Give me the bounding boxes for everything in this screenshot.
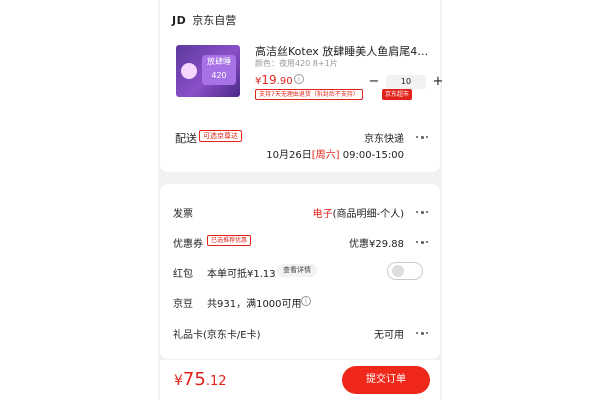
package-graphic [181,63,197,79]
redpacket-row: 红包 本单可抵¥1.13 查看详情 [173,262,428,282]
coupon-row[interactable]: 优惠券 已选推荐优惠 优惠¥29.88 [173,232,428,252]
giftcard-label: 礼品卡(京东卡/E卡) [173,330,261,341]
price-decimal: .90 [276,76,293,87]
quantity-stepper: − 10 + [368,74,442,89]
delivery-label: 配送 [175,132,197,145]
jingdou-desc: 共931，满1000可用 [207,299,302,310]
return-policy-tag: 支持7天无理由退货（拆封后不支持） [255,89,363,100]
jingdou-info-icon[interactable]: i [301,296,311,306]
coupon-more-icon[interactable] [416,239,428,245]
redpacket-toggle[interactable] [387,262,423,280]
invoice-row[interactable]: 发票 电子(商品明细-个人) [173,202,428,222]
toggle-knob [392,265,404,277]
product-price: ¥19.90 [255,73,293,87]
product-spec: 颜色：夜用420 8+1片 [255,59,338,68]
submit-order-button[interactable]: 提交订单 [342,366,430,394]
invoice-more-icon[interactable] [416,209,428,215]
delivery-weekday: [周六] [311,150,340,161]
product-image[interactable]: 放肆睡 420 [176,45,240,97]
delivery-option-tag[interactable]: 可选京尊达 [199,130,242,142]
checkout-bar: ¥75.12 提交订单 [160,360,440,400]
delivery-method[interactable]: 京东快递 [364,130,404,145]
total-currency: ¥ [174,373,183,389]
order-options-card: 发票 电子(商品明细-个人) 优惠券 已选推荐优惠 优惠¥29.88 红包 本单… [160,184,440,359]
giftcard-row[interactable]: 礼品卡(京东卡/E卡) 无可用 [173,323,428,343]
store-name: 京东自营 [192,14,237,27]
redpacket-detail-button[interactable]: 查看详情 [277,264,317,277]
coupon-value: 优惠¥29.88 [349,239,404,250]
increase-button[interactable]: + [432,74,442,89]
total-decimal: .12 [205,374,227,389]
redpacket-label: 红包 [173,269,193,280]
price-info-icon[interactable]: i [294,74,304,84]
product-card: JD 京东自营 放肆睡 420 高洁丝Kotex 放肆睡美人鱼肩尾420m...… [160,0,442,172]
jd-logo: JD [172,13,187,27]
price-integer: 19 [261,73,277,87]
jingdou-label: 京豆 [173,299,193,310]
quantity-input[interactable]: 10 [386,74,426,89]
package-label: 放肆睡 420 [202,55,236,85]
delivery-slot: 09:00-15:00 [342,150,404,161]
coupon-label: 优惠券 [173,239,203,250]
redpacket-desc: 本单可抵¥1.13 [207,269,276,280]
invoice-value: 电子(商品明细-个人) [313,205,404,220]
decrease-button[interactable]: − [368,74,380,89]
product-title[interactable]: 高洁丝Kotex 放肆睡美人鱼肩尾420m... [255,43,435,59]
store-row[interactable]: JD 京东自营 [172,12,236,28]
coupon-tag: 已选推荐优惠 [207,235,252,246]
invoice-label: 发票 [173,209,193,220]
jingdou-row: 京豆 共931，满1000可用 i [173,292,428,312]
giftcard-more-icon[interactable] [416,330,428,336]
delivery-time[interactable]: 10月26日[周六] 09:00-15:00 [266,146,404,161]
invoice-type: 电子 [312,209,333,220]
delivery-date: 10月26日 [266,150,312,161]
order-page: JD 京东自营 放肆睡 420 高洁丝Kotex 放肆睡美人鱼肩尾420m...… [158,0,442,400]
invoice-detail: (商品明细-个人) [332,209,404,220]
delivery-more-icon[interactable] [416,134,428,140]
giftcard-value: 无可用 [374,330,404,341]
order-total: ¥75.12 [174,369,227,390]
supermarket-tag: 京东超市 [382,89,413,100]
total-integer: 75 [182,369,206,390]
